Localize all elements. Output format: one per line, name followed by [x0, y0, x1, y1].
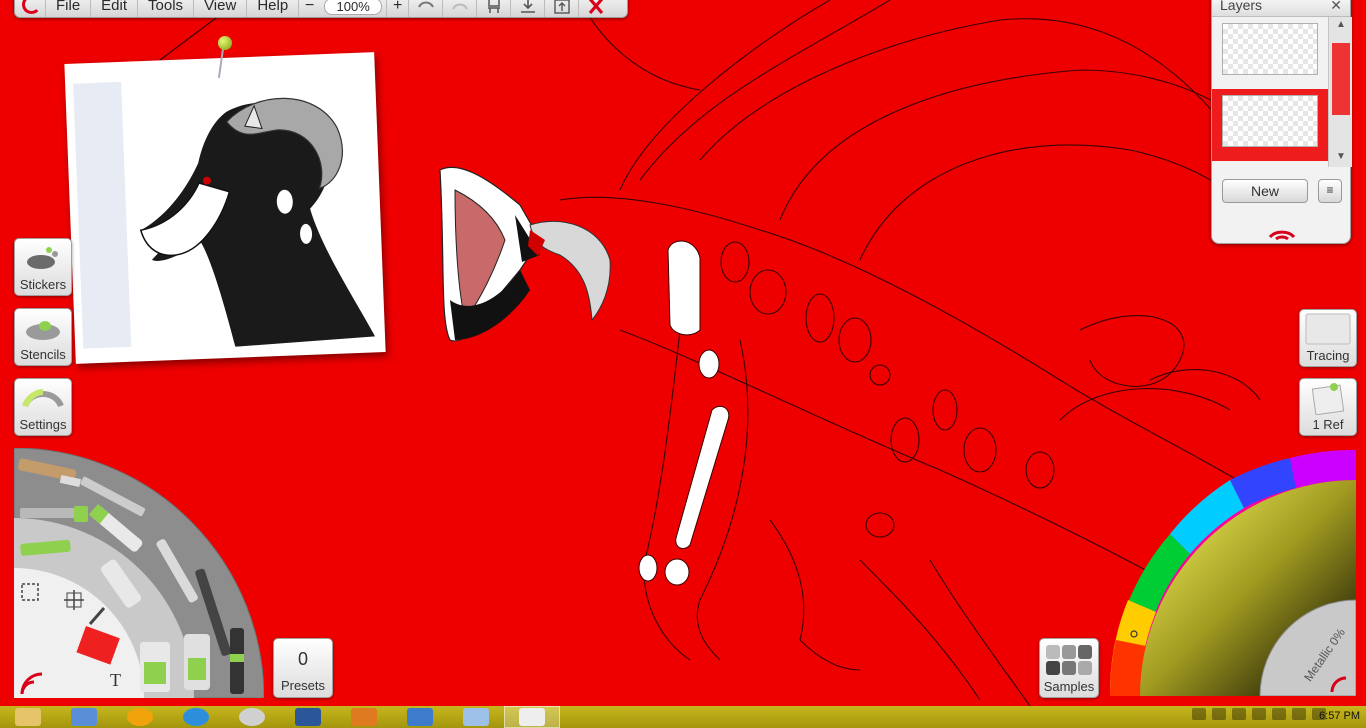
samples-button[interactable]: Samples	[1039, 638, 1099, 698]
samples-label: Samples	[1043, 679, 1095, 694]
os-taskbar: 6:57 PM	[0, 706, 1366, 728]
taskbar-artrage-icon[interactable]	[504, 706, 560, 728]
taskbar-word-icon[interactable]	[280, 706, 336, 728]
settings-label: Settings	[19, 417, 67, 432]
zoom-out-button[interactable]: −	[298, 0, 320, 17]
reference-image[interactable]	[64, 52, 386, 364]
tray-icon-2[interactable]	[1232, 708, 1246, 720]
settings-icon	[21, 379, 65, 417]
pin-icon	[218, 36, 232, 50]
layers-close-icon[interactable]: ✕	[1330, 0, 1342, 15]
stickers-label: Stickers	[19, 277, 67, 292]
color-picker-wheel[interactable]: Metallic 0%	[1110, 450, 1356, 696]
menu-view[interactable]: View	[193, 0, 246, 17]
layer-thumbnail-2[interactable]	[1222, 95, 1318, 147]
layer-thumbnail-1[interactable]	[1222, 23, 1318, 75]
presets-button[interactable]: 0 Presets	[273, 638, 333, 698]
zoom-level-field[interactable]: 100%	[324, 0, 383, 15]
tray-icon-5[interactable]	[1292, 708, 1306, 720]
reference-pin-icon	[1308, 379, 1348, 417]
layers-title: Layers	[1220, 0, 1263, 13]
tracing-label: Tracing	[1306, 348, 1350, 363]
presets-count: 0	[297, 649, 308, 669]
menu-tools[interactable]: Tools	[137, 0, 193, 17]
reference-button[interactable]: 1 Ref	[1299, 378, 1357, 436]
keyboard-icon[interactable]	[1192, 708, 1206, 720]
tracing-icon	[1304, 310, 1352, 348]
taskbar-app3-icon[interactable]	[112, 706, 168, 728]
menu-edit[interactable]: Edit	[90, 0, 137, 17]
stencils-label: Stencils	[20, 347, 66, 362]
stickers-icon	[23, 239, 63, 277]
export-icon[interactable]	[544, 0, 578, 17]
taskbar-app9-icon[interactable]	[448, 706, 504, 728]
system-tray	[1192, 708, 1326, 720]
inking-pen-icon[interactable]	[230, 628, 244, 694]
taskbar-explorer-icon[interactable]	[0, 706, 56, 728]
artrage-logo-icon[interactable]	[19, 0, 45, 17]
tool-picker-wheel: T	[14, 448, 264, 698]
stencils-icon	[23, 309, 63, 347]
tray-icon-3[interactable]	[1252, 708, 1266, 720]
tray-icon-4[interactable]	[1272, 708, 1286, 720]
reference-dragon-drawing	[139, 97, 376, 347]
scroll-up-icon[interactable]: ▲	[1329, 19, 1353, 30]
text-tool-icon[interactable]: T	[110, 670, 121, 690]
scroll-down-icon[interactable]: ▼	[1329, 151, 1353, 162]
presets-label: Presets	[280, 678, 326, 693]
taskbar-app2-icon[interactable]	[56, 706, 112, 728]
layers-list	[1212, 17, 1328, 167]
canvas-resize-icon[interactable]	[476, 0, 510, 17]
layers-panel: Layers ✕ ▲ ▼ New ≡	[1211, 0, 1352, 244]
main-menubar: File Edit Tools View Help − 100% +	[14, 0, 628, 18]
transform-tool-icon[interactable]	[64, 590, 84, 610]
taskbar-app8-icon[interactable]	[392, 706, 448, 728]
sticker-spray-icon[interactable]	[184, 634, 210, 690]
zoom-in-button[interactable]: +	[386, 0, 408, 17]
reference-label: 1 Ref	[1312, 417, 1344, 432]
layers-menu-button[interactable]: ≡	[1318, 179, 1342, 203]
settings-button[interactable]: Settings	[14, 378, 72, 436]
taskbar-clock[interactable]: 6:57 PM	[1319, 710, 1360, 722]
tracing-button[interactable]: Tracing	[1299, 309, 1357, 367]
layers-scrollbar[interactable]: ▲ ▼	[1328, 17, 1352, 167]
tray-icon-1[interactable]	[1212, 708, 1226, 720]
close-icon[interactable]	[578, 0, 612, 17]
menu-file[interactable]: File	[45, 0, 90, 17]
redo-icon[interactable]	[442, 0, 476, 17]
import-icon[interactable]	[510, 0, 544, 17]
taskbar-ie-icon[interactable]	[168, 706, 224, 728]
layers-scroll-thumb[interactable]	[1332, 43, 1350, 115]
taskbar-app5-icon[interactable]	[224, 706, 280, 728]
layers-header: Layers ✕	[1212, 0, 1350, 17]
menu-help[interactable]: Help	[246, 0, 298, 17]
eraser-tool-icon[interactable]	[140, 642, 170, 692]
stencils-button[interactable]: Stencils	[14, 308, 72, 366]
panel-collapse-icon[interactable]	[1262, 221, 1302, 241]
new-layer-button[interactable]: New	[1222, 179, 1308, 203]
undo-icon[interactable]	[408, 0, 442, 17]
samples-swatch-grid-icon	[1046, 645, 1092, 675]
stickers-button[interactable]: Stickers	[14, 238, 72, 296]
taskbar-app7-icon[interactable]	[336, 706, 392, 728]
